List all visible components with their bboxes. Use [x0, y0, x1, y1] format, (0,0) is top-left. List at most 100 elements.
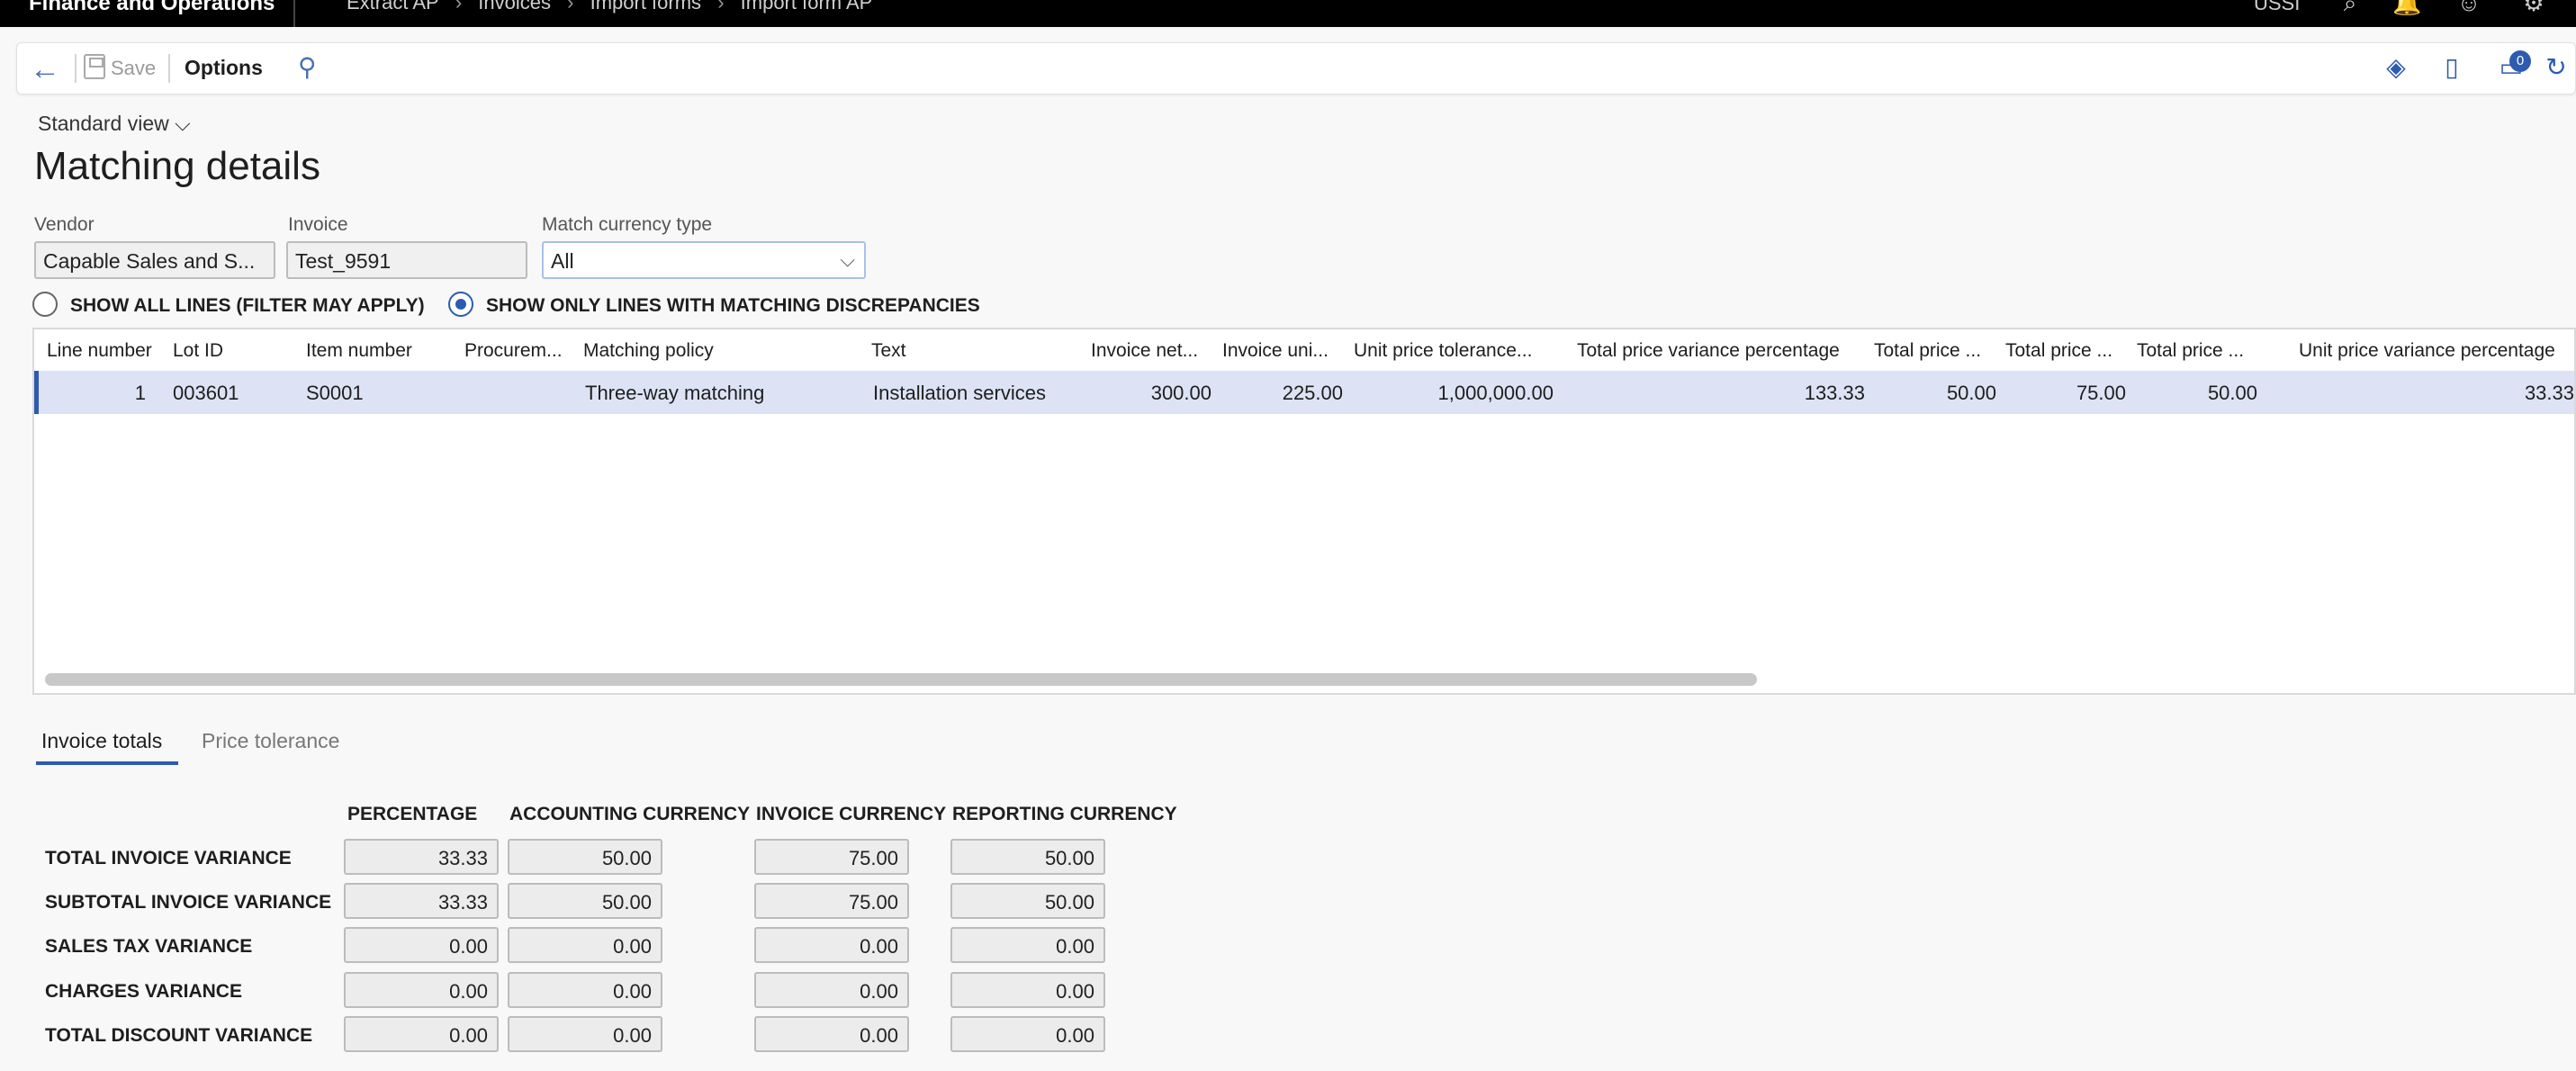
chevron-right-icon: › [717, 0, 725, 14]
total-invoice-variance-label: TOTAL INVOICE VARIANCE [45, 848, 292, 868]
active-tab-indicator [36, 761, 178, 765]
office-icon[interactable]: ▯ [2436, 52, 2467, 83]
show-all-radio[interactable] [32, 292, 58, 317]
attachment-count-badge: 0 [2509, 50, 2531, 72]
gear-icon[interactable]: ⚙ [2520, 0, 2547, 16]
sales-tax-variance-label: SALES TAX VARIANCE [45, 936, 253, 957]
text-cell[interactable]: Installation services [873, 382, 1089, 405]
tab-invoice-totals[interactable]: Invoice totals [41, 729, 162, 753]
column-header[interactable]: Lot ID [173, 340, 299, 362]
chevron-down-icon: ⌵ [175, 112, 191, 135]
sales-tax-variance-percentage: 0.00 [344, 927, 499, 963]
tab-price-tolerance[interactable]: Price tolerance [202, 729, 339, 753]
total-invoice-variance-invoice: 75.00 [754, 839, 909, 875]
charges-variance-percentage: 0.00 [344, 972, 499, 1008]
subtotal-invoice-variance-percentage: 33.33 [344, 883, 499, 919]
show-discrepancies-radio[interactable] [448, 292, 473, 317]
charges-variance-accounting: 0.00 [508, 972, 662, 1008]
column-header[interactable]: Text [871, 340, 1087, 362]
company-picker[interactable]: USSI [2254, 0, 2300, 15]
invoice-field[interactable]: Test_9591 [286, 241, 527, 279]
column-header[interactable]: Total price variance percentage [1577, 340, 1874, 362]
total-price-cell[interactable]: 50.00 [2131, 382, 2257, 405]
breadcrumb-item[interactable]: Import forms [590, 0, 701, 14]
breadcrumb-item[interactable]: Extract AP [347, 0, 439, 14]
column-header[interactable]: Line number [47, 340, 164, 362]
total-invoice-variance-accounting: 50.00 [508, 839, 662, 875]
diamond-icon[interactable]: ◈ [2381, 52, 2411, 83]
refresh-icon[interactable]: ↻ [2541, 52, 2571, 83]
column-header[interactable]: Unit price tolerance... [1354, 340, 1597, 362]
item-number-cell[interactable]: S0001 [306, 382, 455, 405]
line-number-cell[interactable]: 1 [47, 382, 146, 405]
total-discount-variance-label: TOTAL DISCOUNT VARIANCE [45, 1025, 313, 1046]
column-header[interactable]: Unit price variance percentage [2299, 340, 2574, 362]
subtotal-invoice-variance-reporting: 50.00 [950, 883, 1105, 919]
search-icon[interactable]: ⌕ [2337, 0, 2364, 16]
total-invoice-variance-reporting: 50.00 [950, 839, 1105, 875]
unit-price-variance-pct-cell[interactable]: 33.33 [2302, 382, 2574, 405]
bell-icon[interactable]: 🔔 [2392, 0, 2421, 16]
total-discount-variance-accounting: 0.00 [508, 1016, 662, 1052]
column-header[interactable]: Total price ... [2137, 340, 2263, 362]
currency-type-label: Match currency type [542, 214, 713, 235]
total-price-variance-pct-cell[interactable]: 133.33 [1564, 382, 1865, 405]
app-name[interactable]: Finance and Operations [29, 0, 275, 16]
back-arrow-icon[interactable]: ← [30, 52, 60, 87]
breadcrumb: Extract AP › Invoices › Import forms › I… [347, 0, 883, 14]
divider [75, 54, 77, 83]
totals-column-header: PERCENTAGE [347, 804, 478, 824]
charges-variance-reporting: 0.00 [950, 972, 1105, 1008]
save-button[interactable]: Save [111, 57, 156, 80]
subtotal-invoice-variance-label: SUBTOTAL INVOICE VARIANCE [45, 892, 332, 913]
currency-type-select[interactable]: All ⌵ [542, 241, 866, 279]
column-header[interactable]: Procurem... [464, 340, 587, 362]
matching-details-grid: Line number Lot ID Item number Procurem.… [32, 328, 2576, 695]
subtotal-invoice-variance-accounting: 50.00 [508, 883, 662, 919]
column-header[interactable]: Item number [306, 340, 455, 362]
horizontal-scrollbar[interactable] [45, 673, 1757, 686]
total-price-cell[interactable]: 50.00 [1870, 382, 1996, 405]
invoice-label: Invoice [288, 214, 348, 235]
charges-variance-invoice: 0.00 [754, 972, 909, 1008]
page-title: Matching details [34, 144, 320, 188]
currency-type-value: All [551, 249, 574, 273]
total-price-cell[interactable]: 75.00 [2002, 382, 2126, 405]
unit-price-tolerance-cell[interactable]: 1,000,000.00 [1345, 382, 1554, 405]
breadcrumb-item[interactable]: Invoices [478, 0, 551, 14]
show-discrepancies-label[interactable]: SHOW ONLY LINES WITH MATCHING DISCREPANC… [486, 295, 980, 317]
total-discount-variance-reporting: 0.00 [950, 1016, 1105, 1052]
action-pane: ← Save Options ⚲ ◈ ▯ ▭ 0 ↻ [16, 42, 2576, 94]
view-selector[interactable]: Standard view ⌵ [38, 112, 191, 136]
options-button[interactable]: Options [185, 56, 263, 80]
subtotal-invoice-variance-invoice: 75.00 [754, 883, 909, 919]
column-header[interactable]: Invoice uni... [1222, 340, 1348, 362]
invoice-unit-cell[interactable]: 225.00 [1213, 382, 1343, 405]
view-selector-label: Standard view [38, 112, 169, 135]
breadcrumb-item[interactable]: Import form AP [741, 0, 873, 14]
chevron-right-icon: › [455, 0, 463, 14]
vendor-field[interactable]: Capable Sales and S... [34, 241, 275, 279]
vendor-label: Vendor [34, 214, 95, 235]
lot-id-cell[interactable]: 003601 [173, 382, 299, 405]
chevron-right-icon: › [567, 0, 574, 14]
matching-policy-cell[interactable]: Three-way matching [585, 382, 855, 405]
sales-tax-variance-accounting: 0.00 [508, 927, 662, 963]
totals-column-header: INVOICE CURRENCY [756, 804, 947, 824]
total-discount-variance-percentage: 0.00 [344, 1016, 499, 1052]
show-all-label[interactable]: SHOW ALL LINES (FILTER MAY APPLY) [70, 295, 425, 317]
help-icon[interactable]: ☺ [2455, 0, 2482, 16]
column-header[interactable]: Total price ... [2005, 340, 2131, 362]
search-icon[interactable]: ⚲ [298, 52, 317, 82]
charges-variance-label: CHARGES VARIANCE [45, 981, 242, 1002]
column-header[interactable]: Total price ... [1874, 340, 2000, 362]
divider [168, 54, 170, 83]
total-discount-variance-invoice: 0.00 [754, 1016, 909, 1052]
nav-divider [293, 0, 295, 27]
invoice-net-cell[interactable]: 300.00 [1082, 382, 1211, 405]
sales-tax-variance-invoice: 0.00 [754, 927, 909, 963]
column-header[interactable]: Matching policy [583, 340, 853, 362]
chevron-down-icon: ⌵ [840, 248, 855, 271]
save-icon [84, 54, 105, 79]
totals-column-header: ACCOUNTING CURRENCY [509, 804, 751, 824]
